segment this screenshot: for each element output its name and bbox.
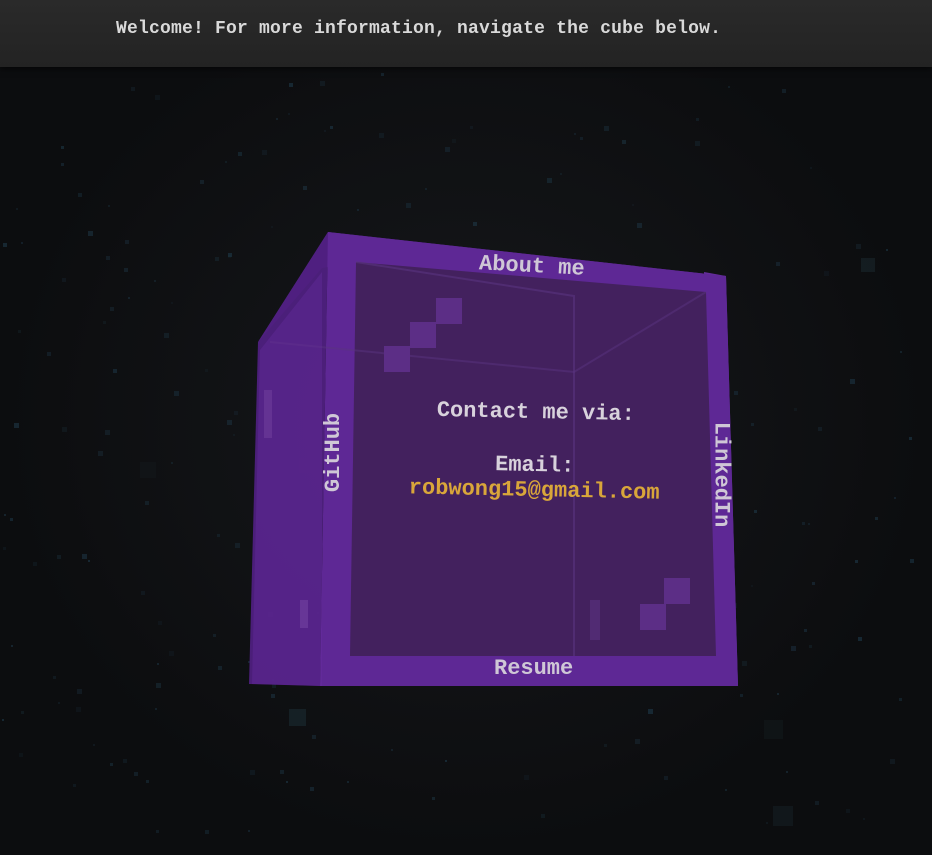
pixel-decoration bbox=[436, 298, 462, 324]
resume-label[interactable]: Resume bbox=[494, 656, 573, 681]
contact-panel: Contact me via: Email: robwong15@gmail.c… bbox=[359, 396, 711, 506]
pixel-decoration bbox=[664, 578, 690, 604]
pixel-decoration bbox=[640, 604, 666, 630]
github-label[interactable]: GitHub bbox=[321, 413, 346, 492]
linkedin-label[interactable]: LinkedIn bbox=[708, 422, 733, 528]
pixel-decoration bbox=[410, 322, 436, 348]
pixel-decoration bbox=[384, 346, 410, 372]
top-bar: Welcome! For more information, navigate … bbox=[0, 0, 932, 67]
welcome-message: Welcome! For more information, navigate … bbox=[116, 19, 722, 39]
